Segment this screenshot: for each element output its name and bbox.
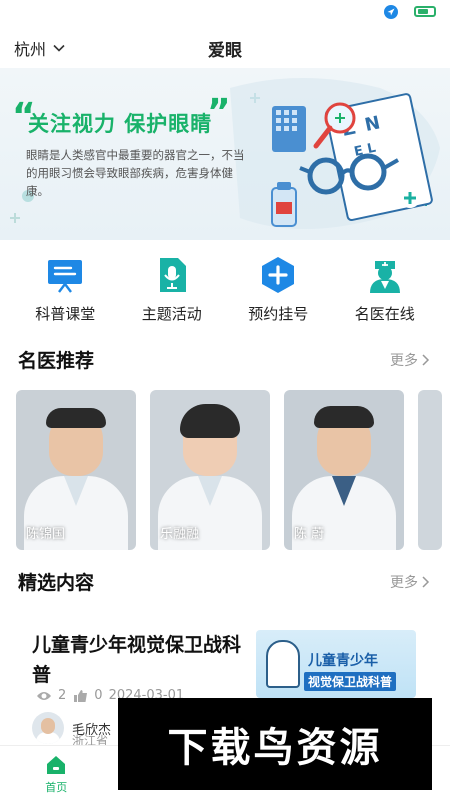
content-section-title: 精选内容 [18,572,95,594]
quick-nav: 科普课堂 主题活动 预约挂号 名医在线 [0,256,450,328]
tab-home[interactable]: 首页 [16,746,96,800]
hair [46,408,106,428]
chevron-right-icon [422,576,430,588]
nav-label: 预约挂号 [248,305,309,323]
city-label: 杭州 [14,40,47,59]
nav-doctor-online[interactable]: 名医在线 [340,256,430,328]
article-author[interactable]: 毛欣杰 浙江省 [32,712,111,748]
doctor-card[interactable]: 陈 蔚 [284,390,404,550]
battery-icon [414,6,436,17]
blackboard-icon [48,260,83,293]
status-bar [0,0,450,24]
eye-chart-glasses-illustration: Z N E L [271,93,433,227]
more-label: 更多 [390,353,418,369]
thumbnail-title: 儿童青少年 [308,653,378,669]
city-selector[interactable]: 杭州 [14,36,66,60]
doctor-name: 乐融融 [160,527,200,542]
tab-label: 首页 [45,781,68,794]
chevron-right-icon [422,354,430,366]
home-icon [47,756,66,774]
article-thumbnail[interactable]: 儿童青少年 视觉保卫战科普 [256,630,416,698]
eye-icon [37,691,51,700]
doctor-card[interactable]: 陈锦国 [16,390,136,550]
page-title: 爱眼 [208,41,242,61]
doctor-name: 陈锦国 [26,527,66,542]
banner[interactable]: Z N E L “ 关注视力 保护眼睛 ” 眼睛 [0,68,450,240]
app-screen: 杭州 爱眼 Z N E L [0,0,450,800]
nav-theme-activity[interactable]: 主题活动 [127,256,217,328]
doctor-name: 陈 蔚 [294,527,325,542]
banner-slogan: 关注视力 保护眼睛 [28,112,213,136]
more-label: 更多 [390,575,418,591]
doctor-card[interactable]: 乐融融 [150,390,270,550]
hair [314,406,374,428]
like-count: 0 [94,688,103,703]
thumbnail-subtitle: 视觉保卫战科普 [304,672,397,691]
cartoon-doctor [266,640,300,688]
microphone-doc-icon [159,258,186,292]
doctor-icon [369,261,400,293]
article-title[interactable]: 儿童青少年视觉保卫战科普 [32,630,246,690]
nav-appointment[interactable]: 预约挂号 [233,256,323,328]
close-quote: ” [207,92,231,133]
avatar [32,712,64,744]
view-count: 2 [58,688,67,703]
hair [180,404,240,438]
thumbs-up-icon [74,689,88,702]
nav-label: 主题活动 [141,305,202,323]
content-more-link[interactable]: 更多 [390,572,430,592]
nav-label: 科普课堂 [35,305,96,323]
doctor-card-partial[interactable] [418,390,442,550]
nav-science-class[interactable]: 科普课堂 [20,256,110,328]
doctors-more-link[interactable]: 更多 [390,350,430,370]
chevron-down-icon [53,44,65,52]
location-arrow-icon [384,5,398,19]
banner-description: 眼睛是人类感官中最重要的器官之一，不当的用眼习惯会导致眼部疾病，危害身体健康。 [26,148,245,198]
watermark-text: 下载鸟资源 [167,725,383,771]
nav-label: 名医在线 [354,305,415,323]
watermark-overlay: 下载鸟资源 [118,698,432,790]
doctor-carousel[interactable]: 陈锦国 乐融融 陈 蔚 [16,390,450,550]
doctors-section-title: 名医推荐 [18,350,95,372]
plus-hexagon-icon [262,257,295,293]
